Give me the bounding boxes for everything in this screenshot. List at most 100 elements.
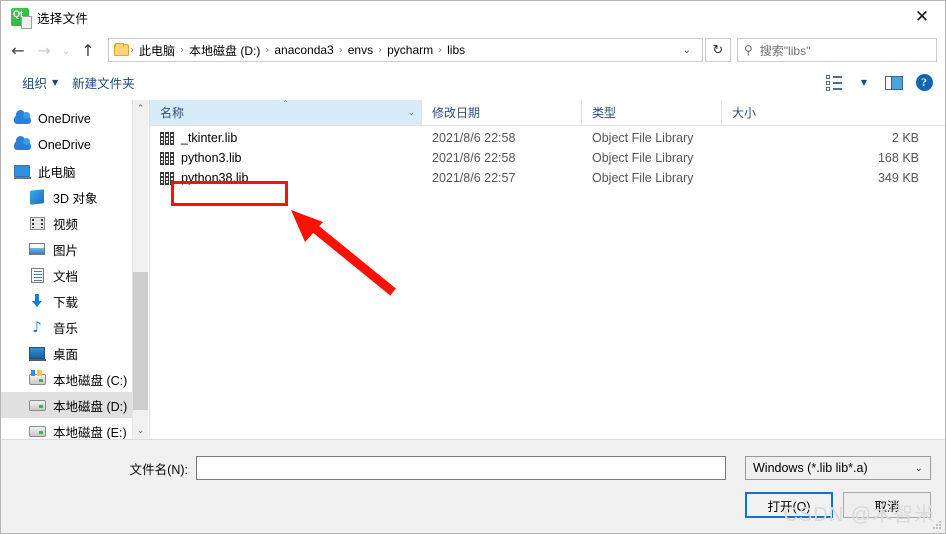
view-chevron-down-icon[interactable]: ▼ <box>851 72 877 94</box>
file-list-pane: ⌃ 名称 ⌄ 修改日期 类型 大小 _tkinter.lib 2021/8/6 … <box>149 100 945 439</box>
downloads-icon <box>28 293 46 309</box>
breadcrumb-item-2[interactable]: anaconda3 <box>270 41 337 59</box>
breadcrumb-item-5[interactable]: libs <box>443 41 469 59</box>
column-label: 修改日期 <box>432 106 481 120</box>
filter-value: Windows (*.lib lib*.a) <box>753 461 868 475</box>
column-label: 名称 <box>160 106 185 120</box>
qt-icon <box>11 8 32 29</box>
sidebar-item-label: 文档 <box>53 269 79 284</box>
recent-locations-icon[interactable]: ⌄ <box>57 37 75 63</box>
documents-icon <box>28 267 46 283</box>
view-options-icon[interactable] <box>821 72 847 94</box>
filename-label: 文件名(N): <box>129 462 188 477</box>
sidebar-item-onedrive-2[interactable]: OneDrive <box>1 132 148 158</box>
breadcrumb-item-1[interactable]: 本地磁盘 (D:) <box>185 40 264 61</box>
scrollbar-track[interactable] <box>132 117 148 422</box>
column-header-name[interactable]: ⌃ 名称 ⌄ <box>150 100 422 125</box>
search-input[interactable]: 搜索"libs" <box>760 42 811 59</box>
library-file-icon <box>160 151 174 165</box>
table-row[interactable]: _tkinter.lib 2021/8/6 22:58 Object File … <box>150 128 945 148</box>
new-folder-button[interactable]: 新建文件夹 <box>65 70 142 95</box>
sidebar-item-videos[interactable]: 视频 <box>1 210 148 236</box>
toolbar: 组织 ▼ 新建文件夹 ▼ ? <box>1 67 945 99</box>
back-icon[interactable]: ← <box>5 37 31 63</box>
sidebar-item-desktop[interactable]: 桌面 <box>1 340 148 366</box>
address-bar[interactable]: › 此电脑 › 本地磁盘 (D:) › anaconda3 › envs › p… <box>108 38 703 62</box>
sidebar-item-music[interactable]: ♪ 音乐 <box>1 314 148 340</box>
system-drive-icon <box>28 369 46 387</box>
help-icon[interactable]: ? <box>911 72 937 94</box>
drive-icon <box>28 423 46 439</box>
view-caret-glyph: ▼ <box>860 78 868 87</box>
sidebar-item-label: 视频 <box>53 217 79 232</box>
sidebar-item-label: 图片 <box>53 243 79 258</box>
sidebar-item-label: 本地磁盘 (E:) <box>53 425 127 440</box>
file-size: 168 KB <box>877 151 919 165</box>
videos-icon <box>28 215 46 231</box>
folder-icon <box>114 43 129 56</box>
breadcrumb-item-3[interactable]: envs <box>344 41 377 59</box>
new-folder-label: 新建文件夹 <box>72 77 135 91</box>
sidebar-item-pictures[interactable]: 图片 <box>1 236 148 262</box>
file-name: python3.lib <box>181 151 242 165</box>
refresh-icon[interactable]: ↻ <box>705 38 731 62</box>
navigation-bar: ← → ⌄ ↑ › 此电脑 › 本地磁盘 (D:) › anaconda3 › … <box>1 33 945 67</box>
sidebar-item-local-disk-c[interactable]: 本地磁盘 (C:) <box>1 366 148 392</box>
sidebar-item-3d-objects[interactable]: 3D 对象 <box>1 184 148 210</box>
up-icon[interactable]: ↑ <box>75 37 101 63</box>
breadcrumb-item-0[interactable]: 此电脑 <box>135 40 179 61</box>
scroll-up-icon[interactable]: ⌃ <box>133 100 149 117</box>
sidebar-scrollbar[interactable]: ⌃ ⌄ <box>132 100 148 439</box>
chevron-down-icon[interactable]: ⌄ <box>677 45 698 56</box>
file-name: _tkinter.lib <box>181 131 238 145</box>
close-icon[interactable]: ✕ <box>899 1 945 33</box>
sidebar-item-label: 桌面 <box>53 347 79 362</box>
search-icon: ⚲ <box>744 43 753 57</box>
desktop-icon <box>28 345 46 361</box>
resize-grip[interactable] <box>932 520 942 530</box>
sidebar-item-label: OneDrive <box>38 112 91 126</box>
open-button[interactable]: 打开(O) <box>745 492 833 518</box>
file-type: Object File Library <box>592 151 694 165</box>
sort-ascending-icon: ⌃ <box>282 100 289 108</box>
chevron-down-icon[interactable]: ⌄ <box>407 108 415 118</box>
organize-button[interactable]: 组织 ▼ <box>15 70 65 95</box>
file-size: 2 KB <box>891 131 919 145</box>
file-rows: _tkinter.lib 2021/8/6 22:58 Object File … <box>150 126 945 439</box>
file-type-filter-select[interactable]: Windows (*.lib lib*.a) ⌄ <box>745 456 931 480</box>
cancel-button[interactable]: 取消 <box>843 492 931 518</box>
sidebar-item-label: 此电脑 <box>38 165 76 180</box>
sidebar-item-downloads[interactable]: 下载 <box>1 288 148 314</box>
cloud-icon <box>13 110 31 127</box>
file-date: 2021/8/6 22:57 <box>432 171 516 185</box>
breadcrumb-item-4[interactable]: pycharm <box>383 41 437 59</box>
pictures-icon <box>28 241 46 257</box>
organize-label: 组织 <box>22 77 48 91</box>
scroll-down-icon[interactable]: ⌄ <box>133 422 149 439</box>
library-file-icon <box>160 131 174 145</box>
sidebar-item-this-pc[interactable]: 此电脑 <box>1 158 148 184</box>
chevron-down-icon: ▼ <box>52 78 59 87</box>
search-box[interactable]: ⚲ 搜索"libs" <box>737 38 937 62</box>
sidebar-item-local-disk-e[interactable]: 本地磁盘 (E:) <box>1 418 148 439</box>
table-row[interactable]: python3.lib 2021/8/6 22:58 Object File L… <box>150 148 945 168</box>
column-header-date[interactable]: 修改日期 <box>422 100 582 125</box>
file-name-cell: python38.lib <box>150 171 422 185</box>
preview-pane-icon[interactable] <box>881 72 907 94</box>
computer-icon <box>13 163 31 179</box>
sidebar-item-label: 音乐 <box>53 321 79 336</box>
forward-icon[interactable]: → <box>31 37 57 63</box>
filename-input[interactable] <box>196 456 726 480</box>
sidebar-item-label: 本地磁盘 (D:) <box>53 399 128 414</box>
toolbar-right-group: ▼ ? <box>821 72 937 94</box>
sidebar-item-documents[interactable]: 文档 <box>1 262 148 288</box>
sidebar-item-local-disk-d[interactable]: 本地磁盘 (D:) <box>1 392 148 418</box>
file-date: 2021/8/6 22:58 <box>432 151 516 165</box>
column-header-size[interactable]: 大小 <box>722 100 945 125</box>
table-row[interactable]: python38.lib 2021/8/6 22:57 Object File … <box>150 168 945 188</box>
sidebar-item-label: 下载 <box>53 295 79 310</box>
file-type: Object File Library <box>592 131 694 145</box>
scrollbar-thumb[interactable] <box>132 272 148 410</box>
sidebar-item-onedrive-1[interactable]: OneDrive <box>1 106 148 132</box>
column-header-type[interactable]: 类型 <box>582 100 722 125</box>
